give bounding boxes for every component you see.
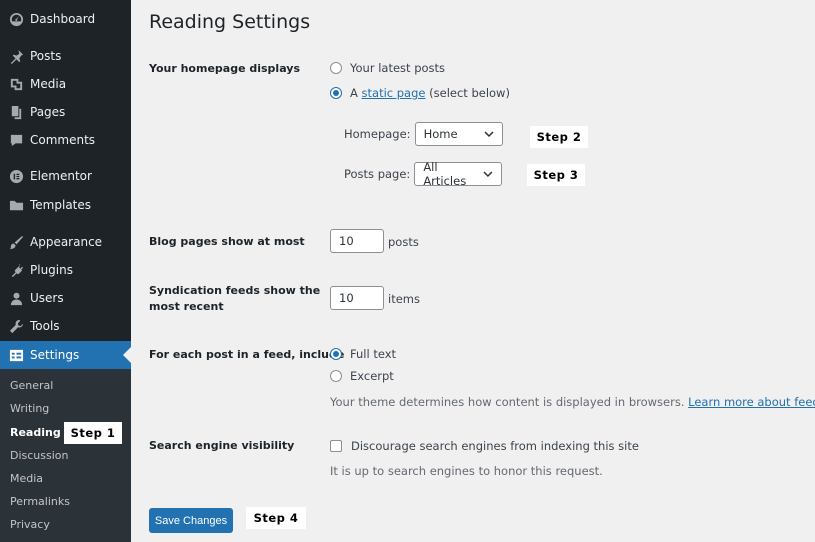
radio-latest-posts[interactable]: Your latest posts (330, 61, 445, 75)
radio-label-suffix: (select below) (425, 86, 510, 100)
step-1-annotation: Step 1 (64, 422, 122, 444)
homepage-select-label: Homepage: (344, 127, 411, 141)
homepage-select-value: Home (423, 127, 458, 141)
menu-item-pages[interactable]: Pages (0, 98, 131, 126)
discourage-search-checkbox[interactable]: Discourage search engines from indexing … (330, 439, 639, 453)
menu-label: Comments (30, 133, 96, 147)
menu-label: Media (30, 77, 67, 91)
submenu-general[interactable]: General (10, 379, 53, 392)
menu-item-media[interactable]: Media (0, 70, 131, 98)
feed-desc-text: Your theme determines how content is dis… (330, 395, 689, 409)
dashboard-icon (8, 11, 24, 27)
menu-label: Templates (30, 198, 92, 212)
menu-label: Tools (30, 319, 60, 333)
menu-item-elementor[interactable]: Elementor (0, 162, 131, 190)
submenu-privacy[interactable]: Privacy (10, 518, 50, 531)
posts-page-select[interactable]: All Articles (414, 160, 503, 188)
feed-include-label: For each post in a feed, include (149, 348, 345, 361)
syndication-label-line2: most recent (149, 300, 224, 313)
checkbox-label: Discourage search engines from indexing … (351, 439, 639, 453)
radio-label: Your latest posts (350, 61, 446, 75)
syndication-unit: items (388, 292, 420, 306)
chevron-down-icon (483, 171, 493, 178)
submenu-writing[interactable]: Writing (10, 402, 49, 415)
submenu-media[interactable]: Media (10, 472, 43, 485)
elementor-icon (8, 168, 24, 184)
homepage-select-row: Homepage: Home (344, 122, 503, 146)
feed-description: Your theme determines how content is dis… (330, 395, 815, 409)
plug-icon (8, 262, 24, 278)
active-indicator (123, 347, 131, 363)
radio-circle[interactable] (330, 370, 342, 382)
radio-circle[interactable] (330, 62, 342, 74)
user-icon (8, 290, 24, 306)
folder-icon (8, 197, 24, 213)
menu-item-plugins[interactable]: Plugins (0, 256, 131, 284)
submenu-reading[interactable]: Reading (10, 426, 61, 439)
submenu-permalinks[interactable]: Permalinks (10, 495, 70, 508)
radio-excerpt[interactable]: Excerpt (330, 369, 394, 383)
learn-more-feeds-link[interactable]: Learn more about feeds (688, 395, 815, 409)
search-visibility-label: Search engine visibility (149, 439, 295, 452)
search-visibility-desc: It is up to search engines to honor this… (330, 464, 603, 478)
main-content: Reading Settings Your homepage displays … (131, 0, 815, 542)
media-icon (8, 76, 24, 92)
radio-label: Excerpt (350, 369, 394, 383)
menu-label: Settings (30, 348, 80, 362)
radio-label: Full text (350, 347, 397, 361)
syndication-label-line1: Syndication feeds show the (149, 284, 321, 297)
static-page-link[interactable]: static page (362, 86, 426, 100)
menu-item-comments[interactable]: Comments (0, 126, 131, 154)
posts-page-select-row: Posts page: All Articles (344, 160, 503, 188)
menu-item-appearance[interactable]: Appearance (0, 228, 131, 256)
save-changes-button[interactable]: Save Changes (149, 508, 233, 533)
menu-item-posts[interactable]: Posts (0, 42, 131, 70)
menu-label: Pages (30, 105, 66, 119)
menu-label: Appearance (30, 235, 103, 249)
submenu-discussion[interactable]: Discussion (10, 449, 69, 462)
radio-circle-checked[interactable] (330, 87, 342, 99)
page-title: Reading Settings (149, 11, 311, 33)
comment-icon (8, 132, 24, 148)
settings-icon (8, 347, 24, 363)
syndication-input[interactable]: 10 (330, 286, 384, 310)
pin-icon (8, 48, 24, 64)
homepage-displays-label: Your homepage displays (149, 62, 301, 75)
step-2-annotation: Step 2 (530, 126, 588, 148)
menu-label: Plugins (30, 263, 73, 277)
posts-page-select-label: Posts page: (344, 167, 411, 181)
chevron-down-icon (484, 131, 494, 138)
blog-pages-unit: posts (388, 235, 419, 249)
menu-label: Elementor (30, 169, 92, 183)
pages-icon (8, 104, 24, 120)
blog-pages-input[interactable]: 10 (330, 229, 384, 253)
admin-sidebar: Dashboard Posts Media Pages Comments Ele… (0, 0, 131, 542)
menu-label: Posts (30, 49, 62, 63)
menu-label: Users (30, 291, 64, 305)
menu-item-tools[interactable]: Tools (0, 312, 131, 340)
blog-pages-label: Blog pages show at most (149, 235, 305, 248)
menu-item-dashboard[interactable]: Dashboard (0, 5, 131, 33)
menu-label: Dashboard (30, 12, 96, 26)
posts-page-select-value: All Articles (423, 160, 467, 188)
checkbox-box[interactable] (330, 440, 342, 452)
radio-full-text[interactable]: Full text (330, 347, 396, 361)
settings-submenu: General Writing Reading Discussion Media… (0, 369, 131, 542)
radio-circle-checked[interactable] (330, 348, 342, 360)
brush-icon (8, 234, 24, 250)
menu-item-settings[interactable]: Settings (0, 341, 131, 369)
wrench-icon (8, 318, 24, 334)
radio-static-page[interactable]: A static page (select below) (330, 86, 510, 100)
radio-label-prefix: A (350, 86, 362, 100)
menu-item-users[interactable]: Users (0, 284, 131, 312)
step-3-annotation: Step 3 (527, 164, 585, 186)
step-4-annotation: Step 4 (246, 507, 306, 529)
menu-item-templates[interactable]: Templates (0, 191, 131, 219)
homepage-select[interactable]: Home (414, 122, 503, 146)
